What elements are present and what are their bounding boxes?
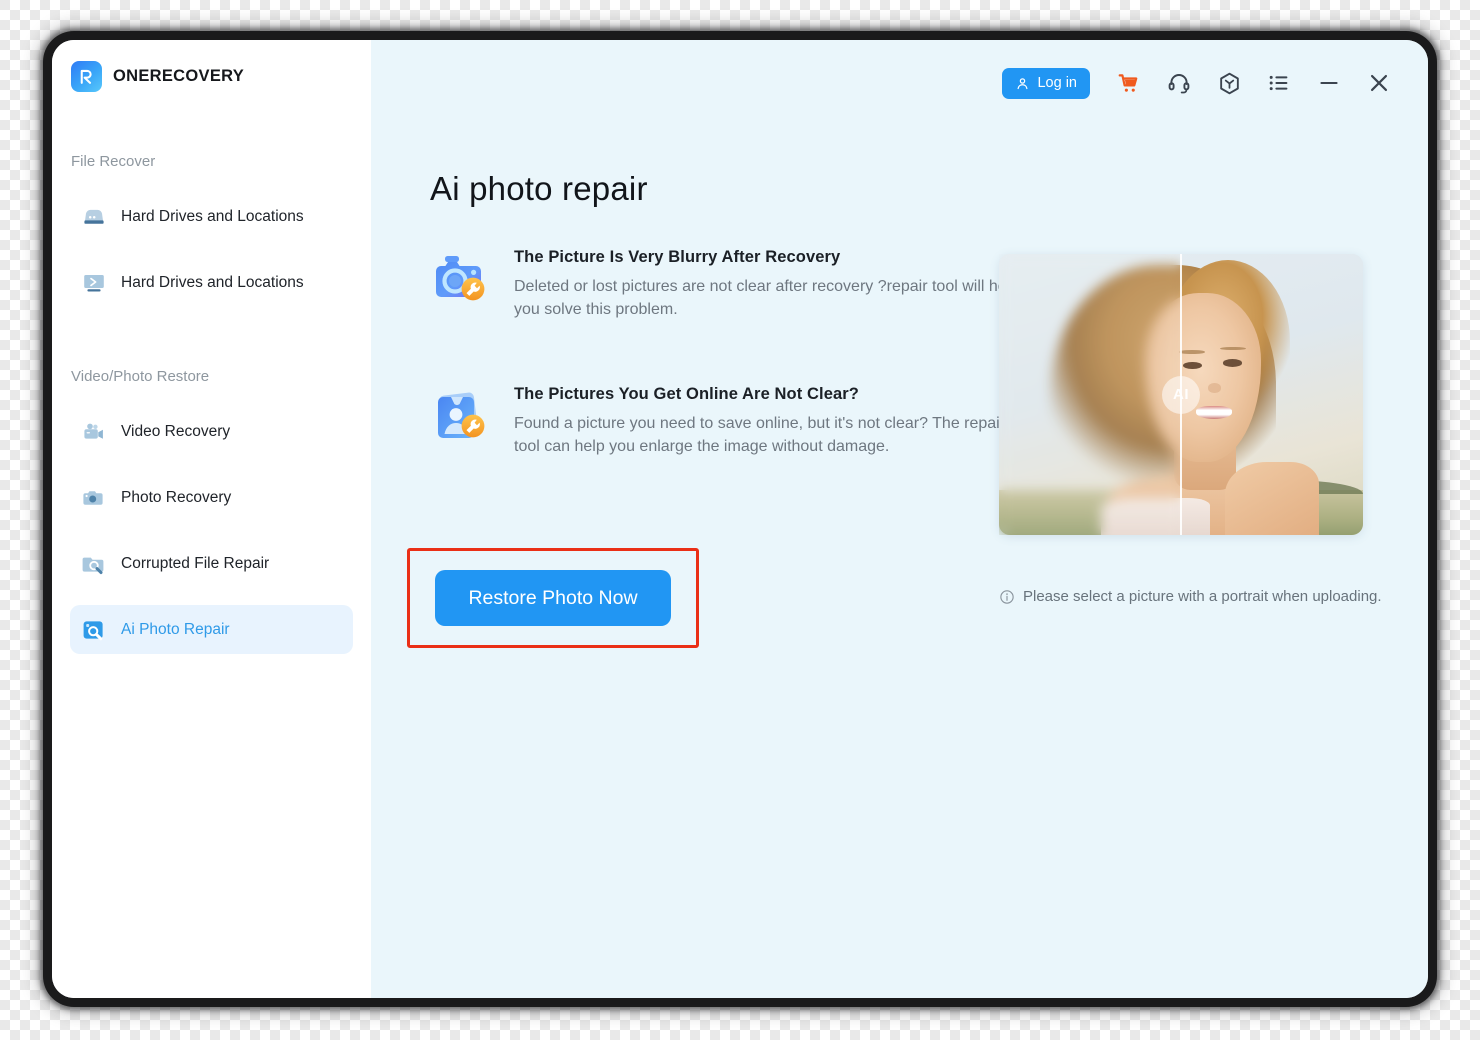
content-area: Ai photo repair [371,40,1428,998]
feature-description: Found a picture you need to save online,… [514,413,1025,458]
sidebar-nav-video-photo-restore: Video Recovery Photo Recovery [52,407,371,654]
folder-wrench-icon [81,551,107,577]
hard-drive-icon [81,204,107,230]
sidebar-item-label: Corrupted File Repair [121,555,269,573]
main-content: Log in [371,40,1428,998]
sidebar-item-ai-photo-repair[interactable]: Ai Photo Repair [70,605,353,654]
sidebar-nav-file-recover: Hard Drives and Locations Hard Drives an… [52,192,371,307]
sidebar: ONERECOVERY File Recover Hard Drives and… [52,40,371,998]
sidebar-item-label: Hard Drives and Locations [121,208,304,226]
sidebar-item-label: Hard Drives and Locations [121,274,304,292]
sidebar-item-label: Photo Recovery [121,489,231,507]
brand: ONERECOVERY [52,40,371,92]
video-camera-icon [81,419,107,445]
sidebar-group-title-file-recover: File Recover [52,92,371,169]
page-title: Ai photo repair [430,170,648,208]
before-after-photo: AI [999,254,1363,535]
sidebar-item-label: Video Recovery [121,423,230,441]
info-circle-icon [999,589,1015,605]
camera-wrench-icon [430,250,490,310]
sidebar-item-corrupted-file-repair[interactable]: Corrupted File Repair [70,539,353,588]
feature-title: The Pictures You Get Online Are Not Clea… [514,385,1025,404]
sidebar-item-video-recovery[interactable]: Video Recovery [70,407,353,456]
ai-photo-repair-icon [81,617,107,643]
photo-preview[interactable]: AI [999,254,1363,535]
sidebar-group-title-video-photo-restore: Video/Photo Restore [52,307,371,384]
blurred-half [999,254,1181,535]
sidebar-item-hard-drives-and-locations-1[interactable]: Hard Drives and Locations [70,192,353,241]
monitor-screen-icon [81,270,107,296]
photo-camera-icon [81,485,107,511]
ai-badge: AI [1162,376,1200,414]
application-window: ONERECOVERY File Recover Hard Drives and… [52,40,1428,998]
feature-description: Deleted or lost pictures are not clear a… [514,276,1025,321]
cta-highlight-box: Restore Photo Now [407,548,699,648]
brand-name: ONERECOVERY [113,67,244,86]
feature-blurry-after-recovery: The Picture Is Very Blurry After Recover… [430,248,1025,321]
restore-photo-now-button[interactable]: Restore Photo Now [435,570,671,626]
onerecovery-logo-icon [71,61,102,92]
portrait-wrench-icon [430,387,490,447]
sidebar-item-label: Ai Photo Repair [121,621,230,639]
sidebar-item-hard-drives-and-locations-2[interactable]: Hard Drives and Locations [70,258,353,307]
upload-hint: Please select a picture with a portrait … [999,588,1382,605]
upload-hint-text: Please select a picture with a portrait … [1023,588,1382,605]
sidebar-item-photo-recovery[interactable]: Photo Recovery [70,473,353,522]
feature-online-pictures-not-clear: The Pictures You Get Online Are Not Clea… [430,385,1025,458]
feature-title: The Picture Is Very Blurry After Recover… [514,248,1025,267]
